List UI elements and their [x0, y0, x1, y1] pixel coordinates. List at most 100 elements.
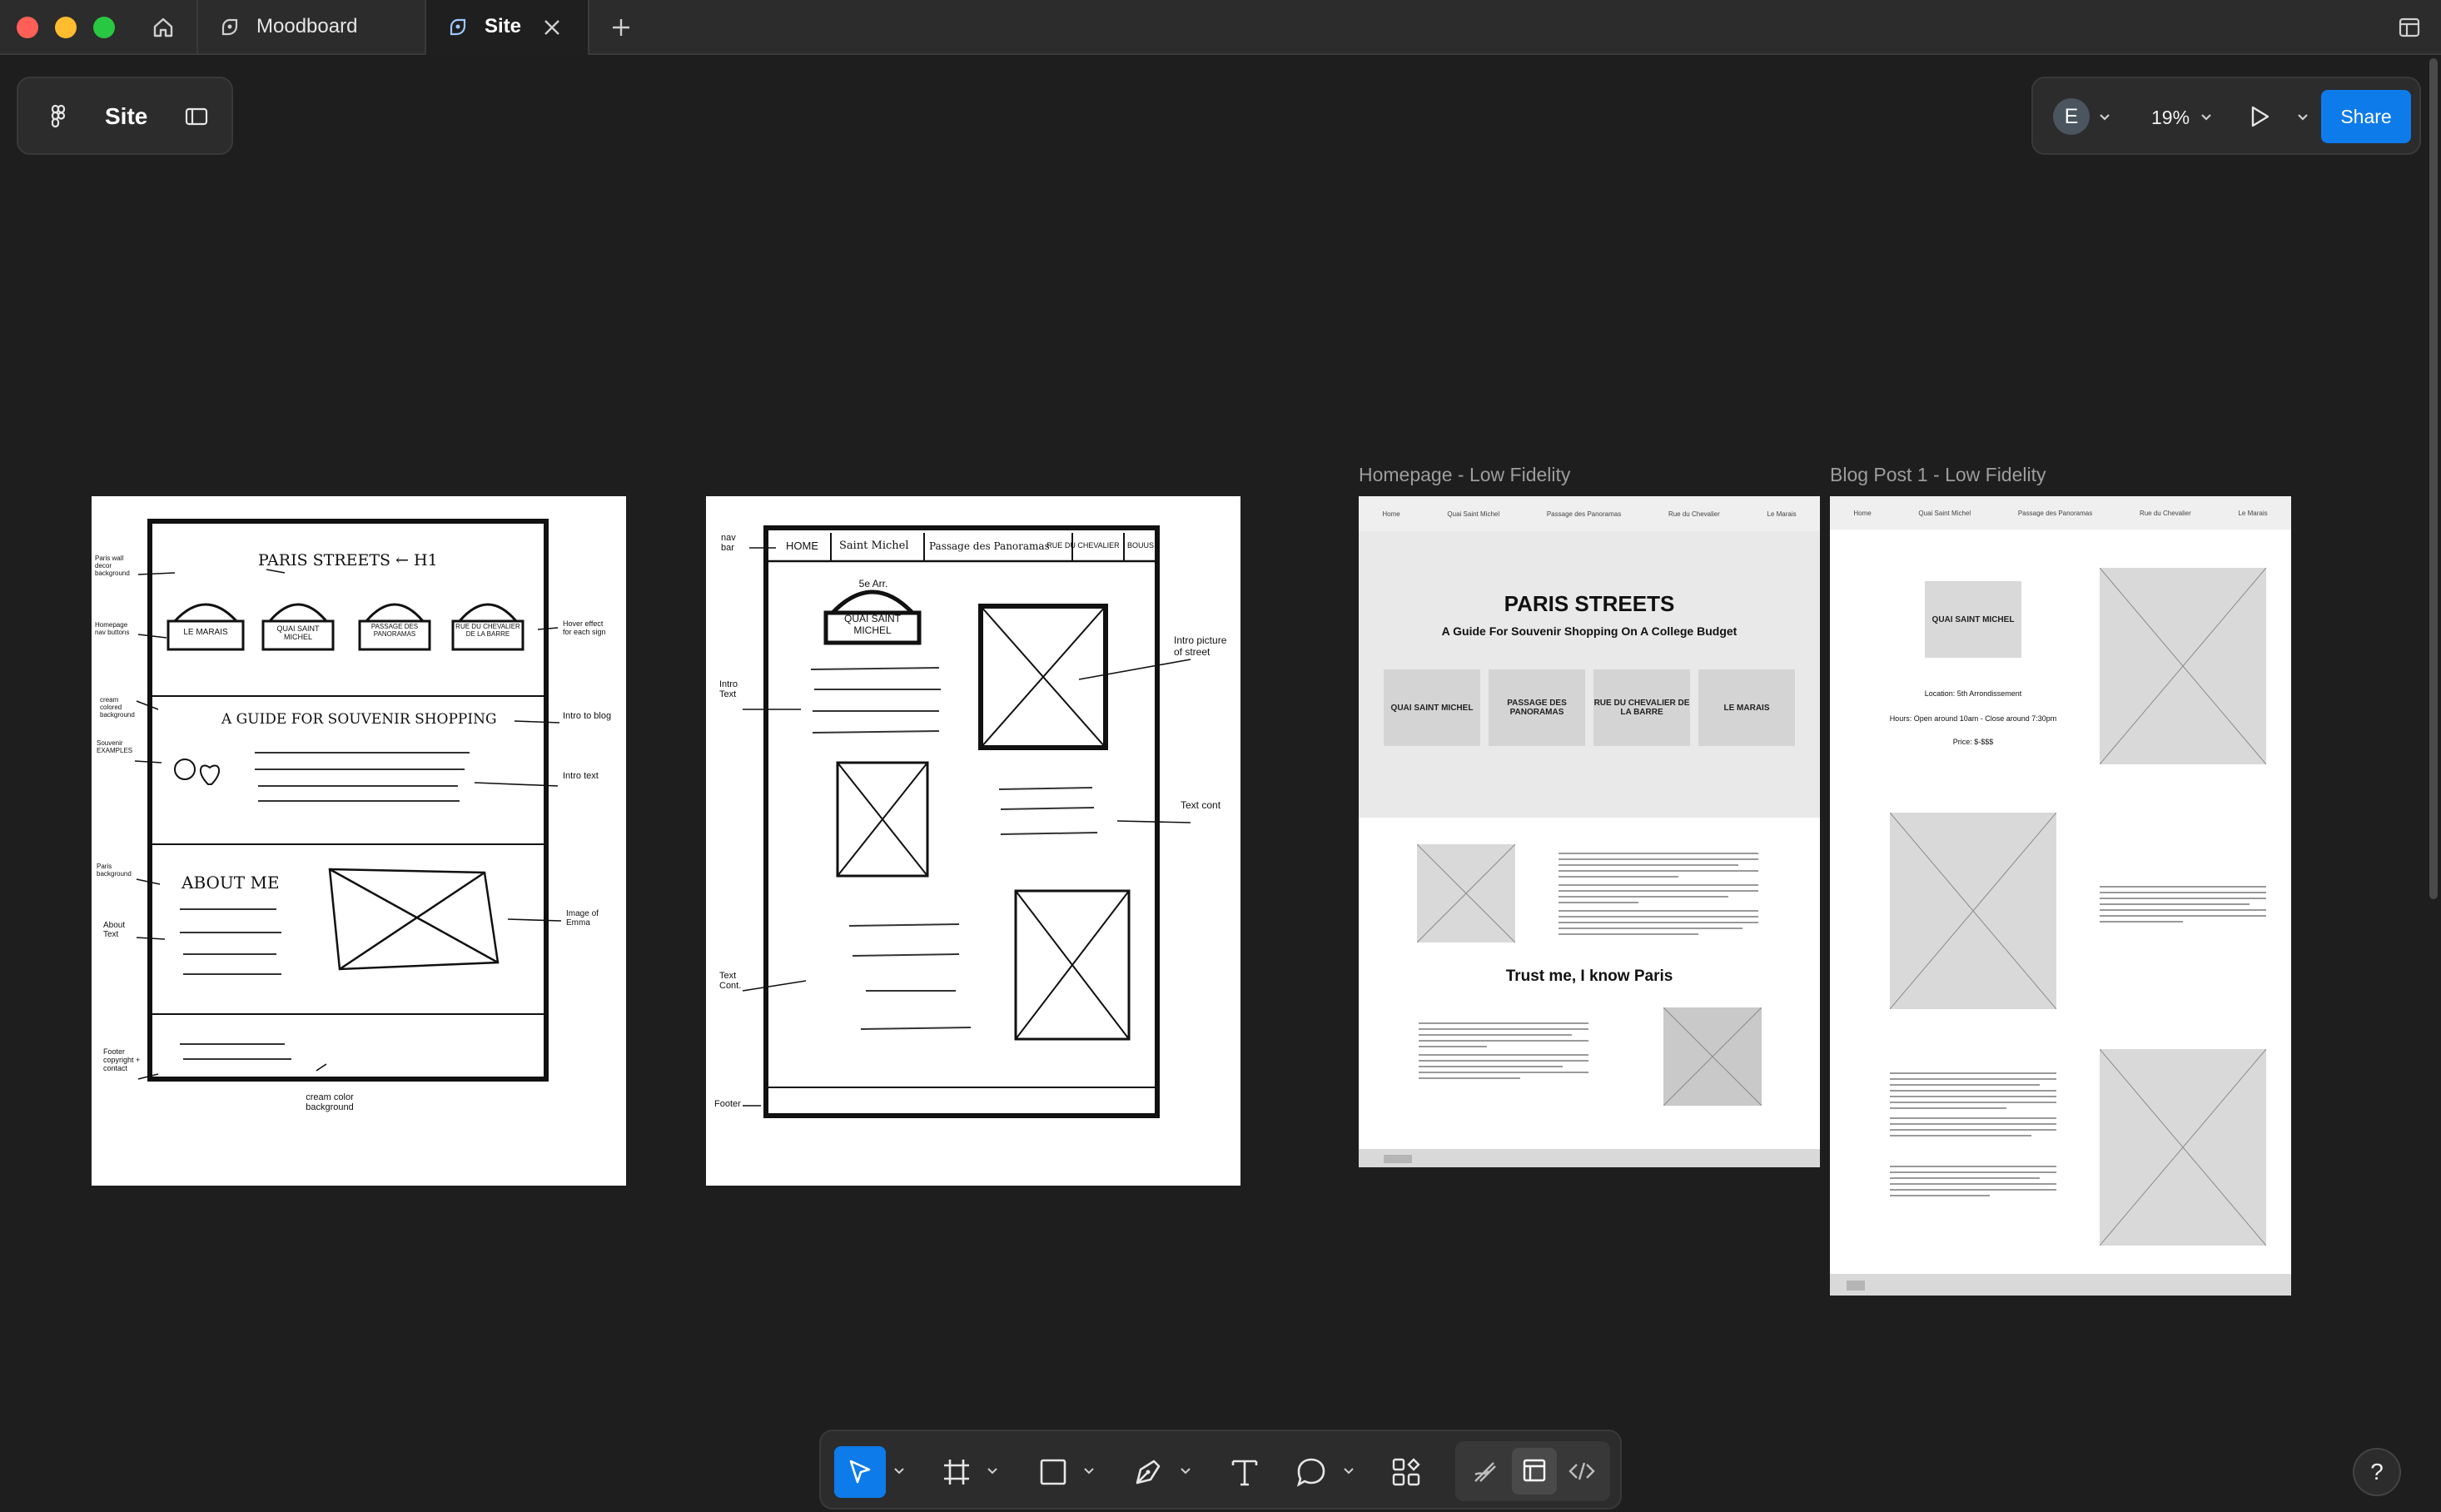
- wf-footer: [1359, 1149, 1820, 1167]
- canvas-scrollbar[interactable]: [2429, 58, 2438, 899]
- wf-nav-item: Passage des Panoramas: [2017, 509, 2093, 517]
- sketch-title: PARIS STREETS ← H1: [258, 551, 438, 569]
- sketch-drawing: [742, 525, 1191, 1118]
- help-icon: ?: [2370, 1459, 2384, 1485]
- sketch-note: Homepage nav buttons: [95, 621, 130, 636]
- wf-nav-item: Home: [1382, 510, 1400, 518]
- sketch-sign-label: PASSAGE DES PANORAMAS: [370, 623, 419, 638]
- tab-site[interactable]: Site: [426, 0, 589, 55]
- wf-nav-item: Rue du Chevalier: [2139, 509, 2191, 517]
- sketch-blog[interactable]: HOME Saint Michel Passage des Panoramas …: [706, 496, 1240, 1186]
- resources-icon[interactable]: [1387, 1453, 1425, 1491]
- chevron-down-icon[interactable]: [2198, 109, 2215, 126]
- wf-street-button: LE MARAIS: [1698, 669, 1795, 746]
- sketch-nav-item: HOME: [786, 540, 818, 552]
- sketch-note: About Text: [103, 921, 126, 939]
- sidebar-toggle-icon[interactable]: [181, 102, 211, 132]
- sketch-homepage[interactable]: PARIS STREETS ← H1 LE MARAIS QUAI SAINT …: [92, 496, 626, 1186]
- wf-title: PARIS STREETS: [1504, 591, 1675, 616]
- wf-street-button: PASSAGE DES PANORAMAS: [1489, 669, 1585, 746]
- help-button[interactable]: ?: [2353, 1448, 2401, 1496]
- chevron-down-icon[interactable]: [1179, 1465, 1192, 1478]
- close-window-button[interactable]: [17, 17, 38, 38]
- sketch-note: Text Cont.: [719, 971, 742, 991]
- sketch-sign-top: 5e Arr.: [858, 578, 888, 589]
- sketch-nav-item: RUE DU CHEVALIER: [1046, 541, 1120, 550]
- wf-body-text: [1890, 1166, 2056, 1201]
- chevron-down-icon[interactable]: [986, 1465, 999, 1478]
- design-mode-button[interactable]: [1512, 1448, 1557, 1495]
- wf-nav-bar: Home Quai Saint Michel Passage des Panor…: [1359, 496, 1820, 531]
- sketch-note: Intro text: [563, 771, 599, 781]
- zoom-window-button[interactable]: [93, 17, 115, 38]
- play-icon[interactable]: [2245, 102, 2274, 132]
- wf-footer: [1830, 1274, 2291, 1296]
- design-mode-icon: [1523, 1459, 1546, 1482]
- wf-image-placeholder: [1417, 844, 1515, 943]
- draw-mode-icon[interactable]: [1469, 1455, 1502, 1488]
- chevron-down-icon[interactable]: [2096, 109, 2113, 126]
- share-button[interactable]: Share: [2321, 90, 2411, 143]
- sketch-sign-label: QUAI SAINT MICHEL: [843, 613, 901, 636]
- zoom-level[interactable]: 19%: [2151, 107, 2190, 129]
- sketch-about-heading: ABOUT ME: [181, 873, 280, 893]
- wf-price: Price: $-$$$: [1952, 738, 1994, 746]
- wf-nav-item: Rue du Chevalier: [1668, 510, 1720, 518]
- home-icon[interactable]: [147, 11, 180, 44]
- wf-hours: Hours: Open around 10am - Close around 7…: [1889, 714, 2057, 723]
- wf-nav-item: Quai Saint Michel: [1447, 510, 1500, 518]
- sketch-note: cream colored background: [100, 696, 135, 719]
- wf-location: Location: 5th Arrondissement: [1924, 689, 2022, 698]
- move-tool-button[interactable]: [834, 1446, 886, 1498]
- wf-section-heading: Trust me, I know Paris: [1505, 967, 1673, 985]
- comment-tool-icon[interactable]: [1292, 1453, 1330, 1491]
- dev-mode-icon[interactable]: [1565, 1455, 1598, 1488]
- wf-nav-item: Le Marais: [1767, 510, 1797, 518]
- move-tool-icon: [849, 1460, 871, 1484]
- tab-moodboard[interactable]: Moodboard: [198, 0, 426, 55]
- chevron-down-icon[interactable]: [1342, 1465, 1355, 1478]
- layout-icon[interactable]: [2393, 11, 2426, 44]
- close-icon[interactable]: [541, 17, 563, 38]
- frame-label-homepage[interactable]: Homepage - Low Fidelity: [1359, 464, 1570, 486]
- sketch-nav-item: Saint Michel: [839, 540, 909, 552]
- sketch-note: Intro to blog: [563, 711, 612, 721]
- figma-file-icon: [450, 18, 466, 36]
- chevron-down-icon[interactable]: [2294, 109, 2311, 126]
- frame-tool-icon[interactable]: [937, 1453, 976, 1491]
- frame-label-blog[interactable]: Blog Post 1 - Low Fidelity: [1830, 464, 2046, 486]
- sketch-note: Text cont: [1181, 799, 1221, 811]
- wf-hero: PARIS STREETS A Guide For Souvenir Shopp…: [1359, 531, 1820, 818]
- text-tool-icon[interactable]: [1225, 1453, 1264, 1491]
- avatar[interactable]: E: [2053, 98, 2090, 135]
- sketch-sign-label: RUE DU CHEVALIER DE LA BARRE: [455, 623, 520, 638]
- wf-body-text: [1890, 1072, 2056, 1141]
- plus-icon[interactable]: [604, 11, 638, 44]
- sketch-note: Souvenir EXAMPLES: [97, 739, 133, 754]
- sketch-note: Intro Text: [719, 679, 738, 699]
- sketch-guide-heading: A GUIDE FOR SOUVENIR SHOPPING: [221, 711, 497, 728]
- rectangle-tool-icon[interactable]: [1034, 1453, 1072, 1491]
- wf-nav-item: Quai Saint Michel: [1918, 509, 1971, 517]
- file-panel: Site: [17, 77, 233, 155]
- frame-blog[interactable]: Home Quai Saint Michel Passage des Panor…: [1830, 496, 2291, 1296]
- sketch-note: Hover effect for each sign: [563, 619, 606, 636]
- minimize-window-button[interactable]: [55, 17, 77, 38]
- wf-nav-item: Passage des Panoramas: [1546, 510, 1622, 518]
- chevron-down-icon[interactable]: [1082, 1465, 1096, 1478]
- wf-image-placeholder: [2100, 1049, 2266, 1246]
- pen-tool-icon[interactable]: [1129, 1453, 1167, 1491]
- mode-switcher: [1455, 1441, 1610, 1501]
- wf-street-sign: QUAI SAINT MICHEL: [1925, 581, 2021, 658]
- figma-logo-icon[interactable]: [43, 102, 73, 132]
- sketch-note: nav bar: [721, 533, 736, 553]
- sketch-note: Paris wall decor background: [95, 555, 130, 577]
- wf-subtitle: A Guide For Souvenir Shopping On A Colle…: [1441, 624, 1738, 638]
- title-bar: Moodboard Site: [0, 0, 2441, 55]
- wf-body-text: [1559, 853, 1758, 939]
- chevron-down-icon[interactable]: [892, 1465, 906, 1478]
- frame-homepage[interactable]: Home Quai Saint Michel Passage des Panor…: [1359, 496, 1820, 1167]
- sketch-drawing: [134, 519, 562, 1082]
- file-title[interactable]: Site: [105, 103, 147, 130]
- wf-street-button: QUAI SAINT MICHEL: [1384, 669, 1480, 746]
